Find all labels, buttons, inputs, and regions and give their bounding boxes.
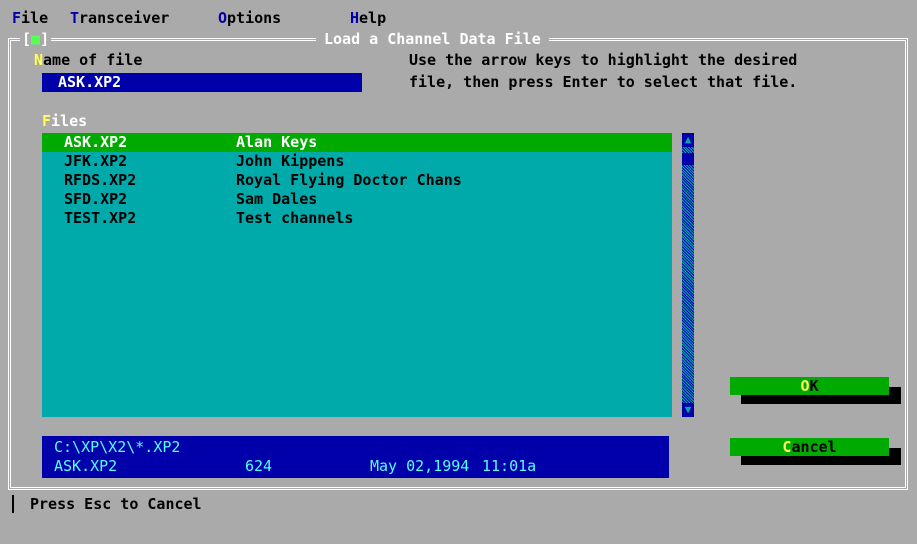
list-item[interactable]: TEST.XP2 Test channels bbox=[42, 209, 672, 228]
list-item[interactable]: JFK.XP2 John Kippens bbox=[42, 152, 672, 171]
list-item[interactable]: SFD.XP2 Sam Dales bbox=[42, 190, 672, 209]
close-icon: ■ bbox=[31, 30, 41, 48]
status-bar: Press Esc to Cancel bbox=[0, 490, 917, 515]
cancel-button[interactable]: Cancel bbox=[730, 438, 889, 456]
file-name-input[interactable]: ASK.XP2 bbox=[42, 73, 362, 92]
menu-bar: File Transceiver Options Help bbox=[0, 0, 917, 30]
scroll-thumb[interactable] bbox=[682, 153, 694, 165]
status-divider bbox=[12, 495, 14, 513]
list-item[interactable]: RFDS.XP2 Royal Flying Doctor Chans bbox=[42, 171, 672, 190]
files-label: Files bbox=[42, 112, 88, 130]
list-item[interactable]: ASK.XP2 Alan Keys bbox=[42, 133, 672, 152]
info-path: C:\XP\X2\*.XP2 bbox=[54, 438, 181, 456]
info-file-date: May 02,1994 bbox=[370, 457, 470, 475]
menu-transceiver[interactable]: Transceiver bbox=[70, 9, 169, 27]
scroll-up-arrow-icon[interactable]: ▲ bbox=[682, 133, 694, 147]
status-text: Press Esc to Cancel bbox=[30, 495, 202, 513]
menu-options[interactable]: Options bbox=[218, 9, 281, 27]
name-of-file-label: Name of file bbox=[34, 51, 143, 69]
scroll-down-arrow-icon[interactable]: ▼ bbox=[682, 403, 694, 417]
info-file-name: ASK.XP2 bbox=[54, 457, 118, 475]
menu-help[interactable]: Help bbox=[350, 9, 386, 27]
close-button[interactable]: [■] bbox=[20, 30, 52, 48]
file-info-panel: C:\XP\X2\*.XP2 ASK.XP2 624 May 02,1994 1… bbox=[42, 436, 669, 478]
ok-button[interactable]: OK bbox=[730, 377, 889, 395]
info-file-size: 624 bbox=[245, 457, 273, 475]
info-file-time: 11:01a bbox=[482, 457, 537, 475]
file-list-scrollbar[interactable]: ▲ ▼ bbox=[682, 133, 694, 417]
instructions-line-2: file, then press Enter to select that fi… bbox=[409, 73, 798, 91]
dialog-title: Load a Channel Data File bbox=[316, 30, 549, 48]
file-list[interactable]: ASK.XP2 Alan Keys JFK.XP2 John Kippens RFD… bbox=[42, 133, 672, 417]
menu-file[interactable]: File bbox=[12, 9, 48, 27]
instructions-line-1: Use the arrow keys to highlight the desi… bbox=[409, 51, 798, 69]
